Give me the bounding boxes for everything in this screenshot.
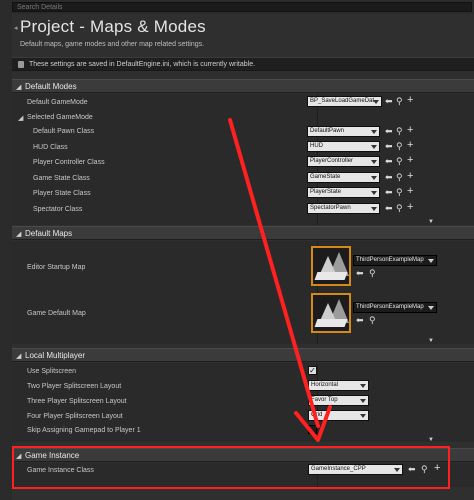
annotation-arrow-shaft — [228, 118, 320, 428]
annotation-arrow — [228, 118, 332, 442]
